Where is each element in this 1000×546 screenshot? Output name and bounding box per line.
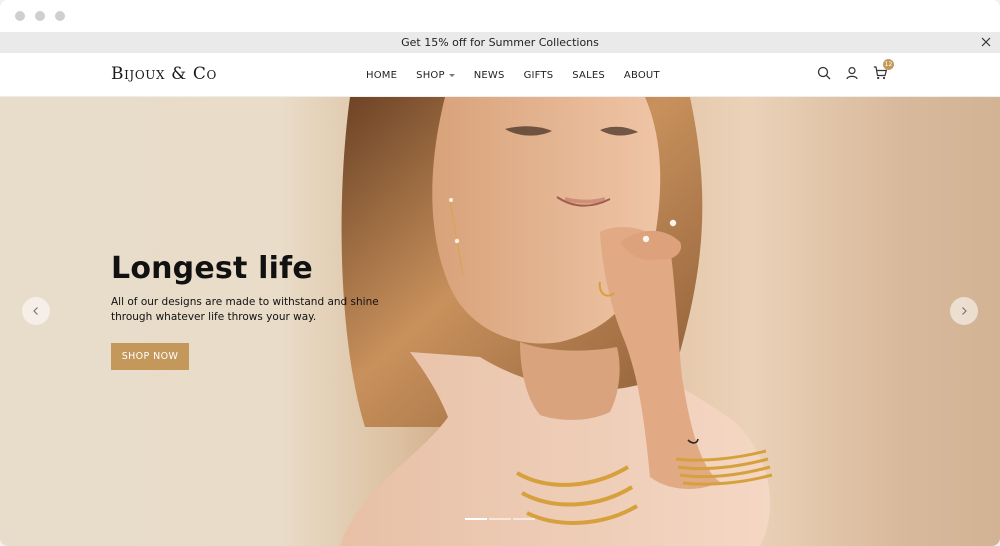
window-chrome (0, 0, 1000, 32)
previous-slide-button[interactable] (22, 297, 50, 325)
menu-news-label: NEWS (473, 69, 505, 81)
slide-indicators (465, 518, 535, 520)
main-menu: HOME SHOP NEWS GIFTS SALES ABOUT (366, 53, 679, 97)
menu-about-label: ABOUT (623, 69, 660, 81)
menu-gifts-label: GIFTS (523, 69, 554, 81)
chevron-left-icon (30, 302, 42, 321)
hero-slider: Longest life All of our designs are made… (0, 97, 1000, 546)
next-slide-button[interactable] (950, 297, 978, 325)
hero-description: All of our designs are made to withstand… (111, 296, 379, 323)
window-dot-maximize[interactable] (55, 11, 65, 21)
slide-indicator-2[interactable] (489, 518, 511, 520)
chevron-down-icon (448, 73, 455, 77)
promo-banner: Get 15% off for Summer Collections (0, 32, 1000, 53)
hero-title: Longest life (111, 251, 313, 286)
close-icon[interactable] (979, 35, 993, 49)
menu-about[interactable]: ABOUT (624, 70, 660, 81)
menu-gifts[interactable]: GIFTS (524, 70, 554, 81)
shop-now-button[interactable]: SHOP NOW (111, 343, 189, 370)
slide-indicator-3[interactable] (513, 518, 535, 520)
search-icon[interactable] (816, 65, 832, 81)
menu-home-label: HOME (366, 69, 398, 81)
menu-news[interactable]: NEWS (474, 70, 505, 81)
browser-window: Get 15% off for Summer Collections Bijou… (0, 0, 1000, 546)
menu-sales-label: SALES (572, 69, 605, 81)
slide-indicator-1[interactable] (465, 518, 487, 520)
menu-shop[interactable]: SHOP (416, 70, 455, 81)
cart-count-badge: 12 (883, 59, 894, 70)
user-icon[interactable] (844, 65, 860, 81)
header-navbar: Bijoux & Co HOME SHOP NEWS GIFTS SALES A… (0, 53, 1000, 97)
menu-sales[interactable]: SALES (572, 70, 605, 81)
chevron-right-icon (958, 302, 970, 321)
menu-home[interactable]: HOME (366, 70, 397, 81)
brand-logo[interactable]: Bijoux & Co (111, 64, 217, 84)
header-actions: 12 (816, 59, 894, 81)
cart-icon[interactable]: 12 (872, 59, 894, 81)
window-dot-close[interactable] (15, 11, 25, 21)
menu-shop-label: SHOP (416, 69, 445, 81)
promo-text: Get 15% off for Summer Collections (401, 36, 599, 49)
window-dot-minimize[interactable] (35, 11, 45, 21)
